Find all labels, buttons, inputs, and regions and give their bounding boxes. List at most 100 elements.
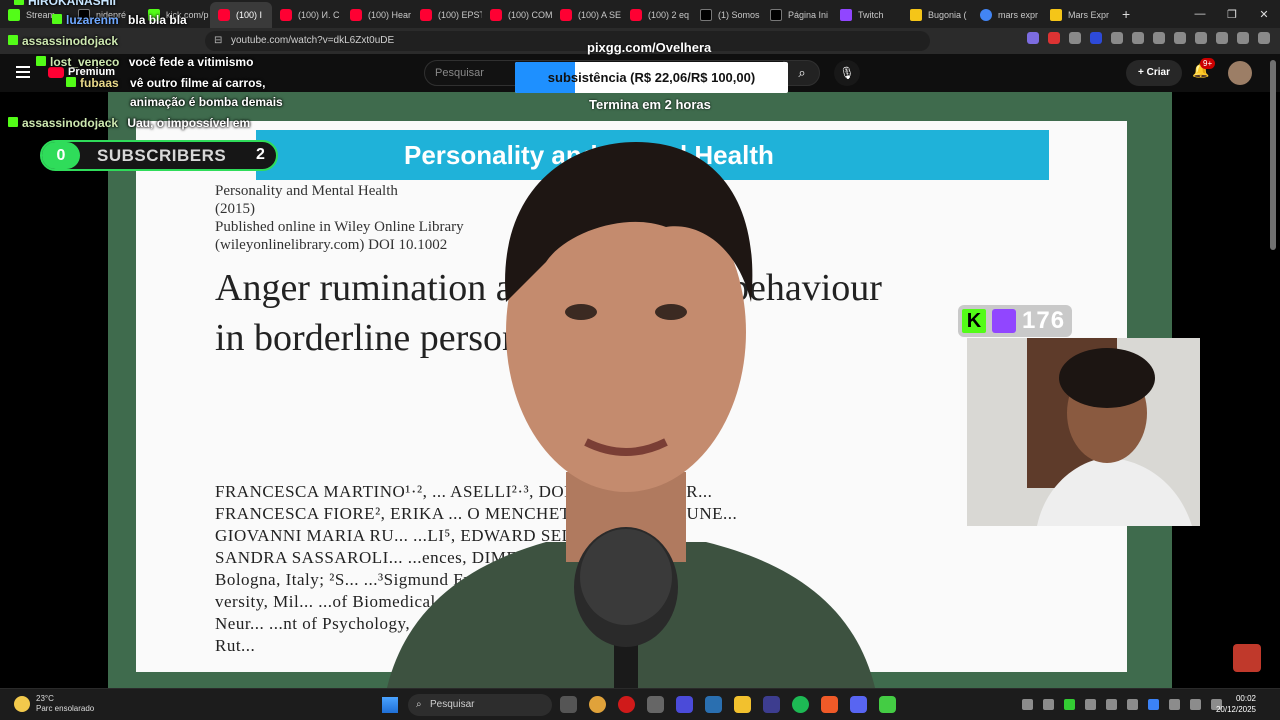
chat-message: lost_veneco você fede a vitimismo [36,55,253,69]
weather-sun-icon [14,696,30,712]
browser-tab[interactable]: mars expr [972,2,1042,28]
file-explorer-icon[interactable] [734,696,751,713]
clock-date: 20/12/2025 [1215,705,1256,714]
browser-tab-label: Twitch [858,10,884,20]
app-icon[interactable] [647,696,664,713]
chrome-icon[interactable] [589,696,606,713]
network-icon[interactable] [1190,699,1201,710]
tray-icon[interactable] [1169,699,1180,710]
kick-badge-icon [8,35,18,45]
viewer-count: 176 [1022,307,1066,334]
extension-icon[interactable] [1174,32,1186,44]
tray-chevron-icon[interactable] [1022,699,1033,710]
search-button[interactable]: ⌕ [784,60,820,86]
shield-icon[interactable] [1237,32,1249,44]
tray-icon[interactable] [1106,699,1117,710]
app-icon[interactable] [676,696,693,713]
chat-username: fubaas [80,76,119,90]
spotify-icon[interactable] [792,696,809,713]
discord-icon[interactable] [850,696,867,713]
browser-tab[interactable]: (100) Hear [342,2,412,28]
browser-tab-label: (100) A SE [578,10,622,20]
taskbar-search-label: Pesquisar [430,699,475,710]
subscriber-goal: 2 [256,146,265,163]
temperature: 23°C [36,694,54,703]
clock-time: 00:02 [1235,694,1256,703]
browser-tab[interactable]: Bugonia ( [902,2,972,28]
subscriber-goal-widget: 0 SUBSCRIBERS 2 [40,140,278,171]
browser-tab-label: (100) Hear [368,10,412,20]
system-tray [1022,699,1222,710]
tray-icon[interactable] [1085,699,1096,710]
extension-icon[interactable] [1048,32,1060,44]
steam-icon[interactable] [705,696,722,713]
create-label: Criar [1146,67,1170,78]
account-avatar[interactable] [1228,61,1252,85]
chat-username: luzarenm [66,13,119,27]
browser-tab[interactable]: Twitch [832,2,902,28]
donation-goal-timer: Termina em 2 horas [589,97,711,112]
tray-icon[interactable] [1064,699,1075,710]
kick-logo-icon: K [962,309,986,333]
menu-icon[interactable] [1258,32,1270,44]
bluetooth-icon[interactable] [1148,699,1159,710]
page-scrollbar[interactable] [1270,60,1276,250]
kick-badge-icon [36,56,46,66]
browser-tab[interactable]: (100) A SE [552,2,622,28]
tray-icon[interactable] [1043,699,1054,710]
chat-text: Uau, o impossível em [127,116,251,130]
create-button[interactable]: + Criar [1126,60,1182,86]
url-field[interactable]: ⊟ youtube.com/watch?v=dkL6Zxt0uDE [205,31,930,51]
maximize-button[interactable]: ❐ [1216,8,1248,21]
browser-tab-label: (100) 2 eq [648,10,690,20]
taskbar-apps [560,696,896,713]
chat-overlay: HIROKANASHII luzarenm bla bla bla assass… [0,0,300,135]
youtube-favicon-icon [420,9,432,21]
weather-widget[interactable]: 23°C Parc ensolarado [14,694,94,714]
extension-icon[interactable] [1153,32,1165,44]
window-controls: — ❐ ✕ [1184,0,1280,28]
browser-tab[interactable]: Página Ini [762,2,832,28]
browser-tab[interactable]: (100) EPST [412,2,482,28]
weather-desc: Parc ensolarado [36,704,95,713]
youtube-favicon-icon [560,9,572,21]
chat-username: assassinodojack [22,116,119,130]
opera-icon[interactable] [618,696,635,713]
sidebar-icon[interactable] [1195,32,1207,44]
chat-message: HIROKANASHII [14,0,116,8]
app-icon[interactable] [879,696,896,713]
chat-message: assassinodojack Uau, o impossível em [8,116,250,130]
taskbar-clock[interactable]: 00:02 20/12/2025 [1202,693,1256,715]
new-tab-button[interactable]: + [1112,6,1140,22]
browser-tab[interactable]: (100) 2 eq [622,2,692,28]
wallet-icon[interactable] [1216,32,1228,44]
twitch-favicon-icon [840,9,852,21]
taskbar-search[interactable]: ⌕ Pesquisar [408,694,552,716]
browser-tab-label: (1) Somos [718,10,760,20]
extension-icon[interactable] [1027,32,1039,44]
browser-tab[interactable]: (100) COM [482,2,552,28]
extension-icon[interactable] [1090,32,1102,44]
minimize-button[interactable]: — [1184,8,1216,20]
streamer-figure [967,338,1200,526]
task-view-icon[interactable] [560,696,577,713]
voice-search-icon[interactable]: 🎙 [834,60,860,86]
x-favicon-icon [700,9,712,21]
close-window-button[interactable]: ✕ [1248,8,1280,21]
donation-goal-text: subsistência (R$ 22,06/R$ 100,00) [547,70,756,85]
weather-text: 23°C Parc ensolarado [36,694,94,714]
tray-icon[interactable] [1127,699,1138,710]
donation-goal-bar: subsistência (R$ 22,06/R$ 100,00) [515,62,788,93]
extension-icon[interactable] [1132,32,1144,44]
browser-tab[interactable]: (1) Somos [692,2,762,28]
channel-watermark-icon[interactable] [1233,644,1261,672]
streamer-webcam [967,338,1200,526]
app-icon[interactable] [763,696,780,713]
extension-icon[interactable] [1111,32,1123,44]
chat-message: assassinodojack [8,34,118,48]
extension-icon[interactable] [1069,32,1081,44]
windows-start-icon[interactable] [382,697,398,713]
brave-icon[interactable] [821,696,838,713]
chat-text: vê outro filme aí carros, [130,76,266,90]
browser-tab[interactable]: Mars Expr [1042,2,1112,28]
